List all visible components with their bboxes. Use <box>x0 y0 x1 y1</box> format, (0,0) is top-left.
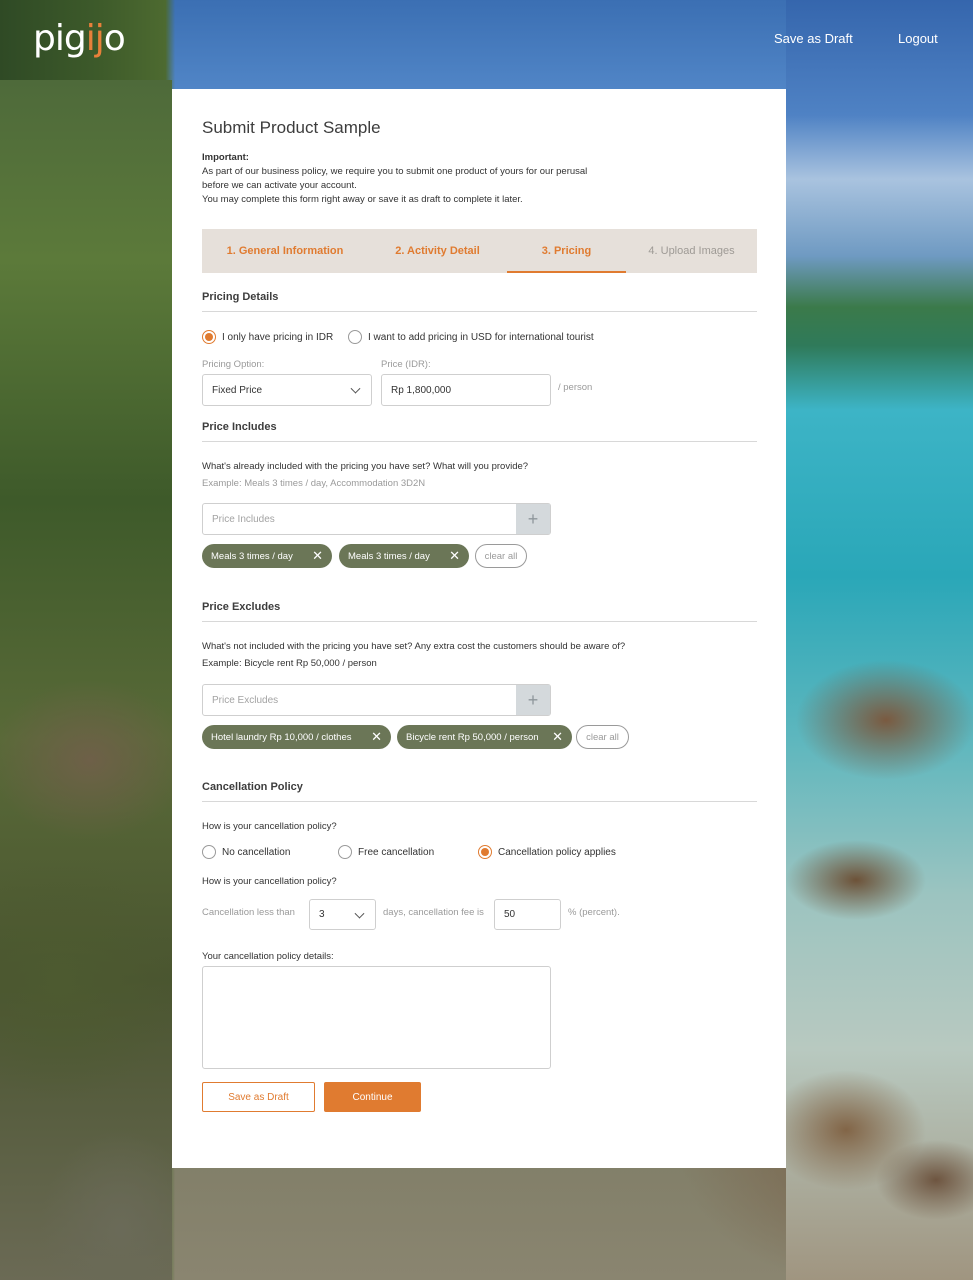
radio-idr-row[interactable]: I only have pricing in IDR <box>202 330 333 344</box>
cancellation-fee-label: days, cancellation fee is <box>383 907 484 918</box>
close-icon[interactable]: ✕ <box>312 548 323 564</box>
radio-policy-applies-row[interactable]: Cancellation policy applies <box>478 845 616 859</box>
header-save-draft-link[interactable]: Save as Draft <box>774 31 853 46</box>
add-include-button[interactable]: + <box>516 504 550 534</box>
notice-line-2: before we can activate your account. <box>202 180 357 191</box>
radio-usd[interactable] <box>348 330 362 344</box>
notice-heading: Important: <box>202 152 249 163</box>
close-icon[interactable]: ✕ <box>552 729 563 745</box>
radio-free-cancellation[interactable] <box>338 845 352 859</box>
radio-free-cancellation-label: Free cancellation <box>358 846 435 858</box>
logout-link[interactable]: Logout <box>898 31 938 46</box>
cancellation-days-value: 3 <box>319 909 325 920</box>
radio-no-cancellation[interactable] <box>202 845 216 859</box>
radio-no-cancellation-label: No cancellation <box>222 846 291 858</box>
tab-upload-images[interactable]: 4. Upload Images <box>626 229 757 273</box>
price-idr-input[interactable]: Rp 1,800,000 <box>381 374 551 406</box>
radio-free-cancellation-row[interactable]: Free cancellation <box>338 845 434 859</box>
price-idr-label: Price (IDR): <box>381 359 431 370</box>
close-icon[interactable]: ✕ <box>449 548 460 564</box>
tab-pricing[interactable]: 3. Pricing <box>507 229 626 273</box>
background-cliff <box>0 80 172 1280</box>
excludes-clear-all-button[interactable]: clear all <box>576 725 629 749</box>
logo-text-accent: ij <box>85 18 105 59</box>
logo-text-start: pig <box>33 18 87 59</box>
price-includes-placeholder: Price Includes <box>212 513 275 525</box>
include-chip: Meals 3 times / day ✕ <box>339 544 469 568</box>
notice-line-1: As part of our business policy, we requi… <box>202 166 588 177</box>
radio-idr[interactable] <box>202 330 216 344</box>
per-person-label: / person <box>558 382 593 393</box>
cancellation-question-1: How is your cancellation policy? <box>202 821 337 832</box>
price-idr-value: Rp 1,800,000 <box>391 384 452 396</box>
exclude-chip-label: Bicycle rent Rp 50,000 / person <box>406 731 539 743</box>
cancellation-days-select[interactable]: 3 <box>309 899 376 930</box>
cancellation-details-textarea[interactable] <box>202 966 551 1069</box>
excludes-question: What's not included with the pricing you… <box>202 641 626 652</box>
radio-usd-row[interactable]: I want to add pricing in USD for interna… <box>348 330 594 344</box>
form-card: Submit Product Sample Important: As part… <box>172 89 786 1168</box>
plus-icon: + <box>527 689 539 710</box>
top-bar: pigijo Save as Draft Logout <box>0 0 973 80</box>
radio-usd-label: I want to add pricing in USD for interna… <box>368 331 594 343</box>
cancellation-fee-value: 50 <box>504 909 516 920</box>
step-tabs: 1. General Information 2. Activity Detai… <box>202 229 757 273</box>
include-chip: Meals 3 times / day ✕ <box>202 544 332 568</box>
chevron-down-icon <box>354 908 365 919</box>
price-includes-input[interactable]: Price Includes + <box>202 503 551 535</box>
cancellation-fee-input[interactable]: 50 <box>494 899 561 930</box>
pricing-details-heading: Pricing Details <box>202 291 757 312</box>
chevron-down-icon <box>350 383 361 394</box>
save-draft-button[interactable]: Save as Draft <box>202 1082 315 1112</box>
logo-text-end: o <box>103 18 126 59</box>
continue-button[interactable]: Continue <box>324 1082 421 1112</box>
tab-activity-detail[interactable]: 2. Activity Detail <box>368 229 507 273</box>
radio-policy-applies[interactable] <box>478 845 492 859</box>
exclude-chip: Bicycle rent Rp 50,000 / person ✕ <box>397 725 572 749</box>
page-title: Submit Product Sample <box>202 118 381 137</box>
notice-line-3: You may complete this form right away or… <box>202 194 523 205</box>
pricing-option-select[interactable]: Fixed Price <box>202 374 372 406</box>
include-chip-label: Meals 3 times / day <box>348 550 430 562</box>
cancellation-heading: Cancellation Policy <box>202 781 757 802</box>
cancellation-question-2: How is your cancellation policy? <box>202 876 337 887</box>
price-includes-heading: Price Includes <box>202 421 757 442</box>
exclude-chip: Hotel laundry Rp 10,000 / clothes ✕ <box>202 725 391 749</box>
includes-clear-all-button[interactable]: clear all <box>475 544 527 568</box>
price-excludes-placeholder: Price Excludes <box>212 694 279 706</box>
exclude-chip-label: Hotel laundry Rp 10,000 / clothes <box>211 731 352 743</box>
plus-icon: + <box>527 508 539 529</box>
pricing-option-label: Pricing Option: <box>202 359 265 370</box>
radio-idr-label: I only have pricing in IDR <box>222 331 334 343</box>
cancellation-details-label: Your cancellation policy details: <box>202 951 334 962</box>
radio-no-cancellation-row[interactable]: No cancellation <box>202 845 290 859</box>
notice-text: Important: As part of our business polic… <box>202 151 587 207</box>
tab-general-information[interactable]: 1. General Information <box>202 229 368 273</box>
close-icon[interactable]: ✕ <box>371 729 382 745</box>
includes-question: What's already included with the pricing… <box>202 461 529 472</box>
include-chip-label: Meals 3 times / day <box>211 550 293 562</box>
logo[interactable]: pigijo <box>33 18 126 59</box>
includes-example: Example: Meals 3 times / day, Accommodat… <box>202 478 426 489</box>
background-sea <box>786 0 973 1280</box>
percent-label: % (percent). <box>568 907 620 918</box>
cancellation-less-than-label: Cancellation less than <box>202 907 295 918</box>
price-excludes-heading: Price Excludes <box>202 601 757 622</box>
price-excludes-input[interactable]: Price Excludes + <box>202 684 551 716</box>
add-exclude-button[interactable]: + <box>516 685 550 715</box>
excludes-example: Example: Bicycle rent Rp 50,000 / person <box>202 658 377 669</box>
pricing-option-value: Fixed Price <box>212 384 263 396</box>
radio-policy-applies-label: Cancellation policy applies <box>498 846 616 858</box>
